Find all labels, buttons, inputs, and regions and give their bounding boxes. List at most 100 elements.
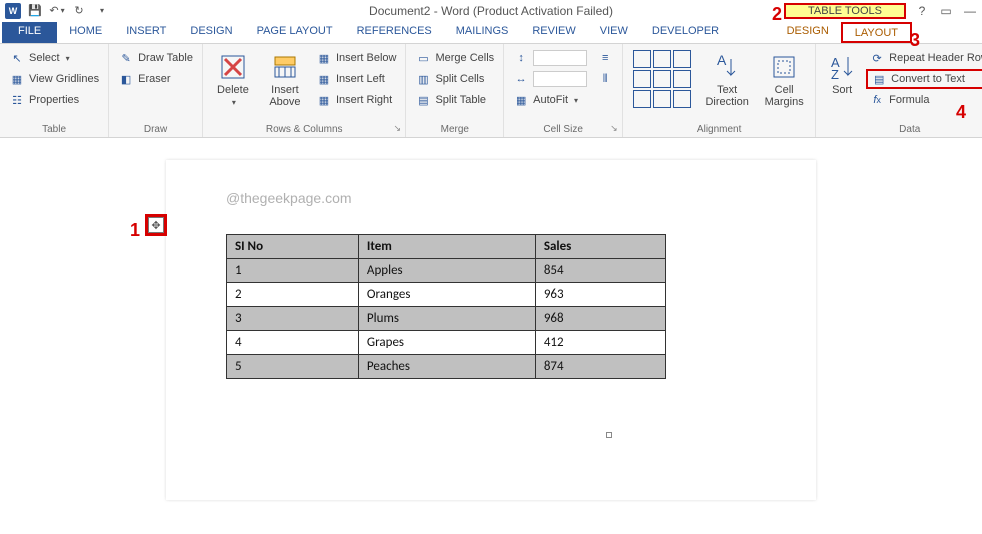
autofit-button[interactable]: ▦AutoFit▾	[510, 90, 590, 110]
tab-developer[interactable]: DEVELOPER	[640, 22, 731, 43]
table-row[interactable]: 3Plums968	[227, 307, 666, 331]
svg-text:Z: Z	[831, 67, 839, 81]
word-app-icon[interactable]: W	[4, 2, 22, 20]
properties-label: Properties	[29, 94, 79, 106]
tab-view[interactable]: VIEW	[588, 22, 640, 43]
table-header-cell[interactable]: Sales	[535, 235, 665, 259]
sort-button[interactable]: AZ Sort	[822, 48, 862, 110]
split-cells-button[interactable]: ▥Split Cells	[412, 69, 497, 89]
align-bot-center[interactable]	[653, 90, 671, 108]
undo-icon[interactable]: ↶▾	[48, 2, 66, 20]
cell-size-launcher[interactable]: ↘	[610, 123, 620, 133]
align-mid-right[interactable]	[673, 70, 691, 88]
draw-table-button[interactable]: ✎Draw Table	[115, 48, 196, 68]
redo-icon[interactable]: ↻	[70, 2, 88, 20]
insert-left-icon: ▦	[316, 71, 332, 87]
view-gridlines-button[interactable]: ▦View Gridlines	[6, 69, 102, 89]
align-mid-left[interactable]	[633, 70, 651, 88]
insert-below-button[interactable]: ▦Insert Below	[313, 48, 400, 68]
autofit-icon: ▦	[513, 92, 529, 108]
tab-table-layout[interactable]: LAYOUT	[841, 22, 912, 43]
table-header-cell[interactable]: Item	[358, 235, 535, 259]
group-merge: ▭Merge Cells ▥Split Cells ▤Split Table M…	[406, 44, 504, 137]
select-button[interactable]: ↖Select▾	[6, 48, 102, 68]
distribute-cols-icon: ⦀	[597, 71, 613, 87]
tab-home[interactable]: HOME	[57, 22, 114, 43]
table-cell[interactable]: 854	[535, 259, 665, 283]
tab-page-layout[interactable]: PAGE LAYOUT	[245, 22, 345, 43]
merge-cells-label: Merge Cells	[435, 52, 494, 64]
table-row[interactable]: 2Oranges963	[227, 283, 666, 307]
table-row[interactable]: 4Grapes412	[227, 331, 666, 355]
align-top-left[interactable]	[633, 50, 651, 68]
table-cell[interactable]: Plums	[358, 307, 535, 331]
window-title: Document2 - Word (Product Activation Fai…	[369, 4, 613, 18]
eraser-button[interactable]: ◧Eraser	[115, 69, 196, 89]
document-table[interactable]: SI NoItemSales 1Apples8542Oranges9633Plu…	[226, 234, 666, 379]
tab-review[interactable]: REVIEW	[520, 22, 587, 43]
table-cell[interactable]: Apples	[358, 259, 535, 283]
width-input[interactable]: ↔	[510, 69, 590, 89]
table-cell[interactable]: 2	[227, 283, 359, 307]
table-cell[interactable]: Peaches	[358, 355, 535, 379]
view-gridlines-label: View Gridlines	[29, 73, 99, 85]
tab-references[interactable]: REFERENCES	[345, 22, 444, 43]
delete-icon	[218, 52, 248, 82]
table-cell[interactable]: Grapes	[358, 331, 535, 355]
help-icon[interactable]: ?	[914, 3, 930, 19]
align-top-center[interactable]	[653, 50, 671, 68]
delete-label: Delete	[217, 84, 249, 96]
delete-button[interactable]: Delete ▾	[209, 48, 257, 110]
split-cells-icon: ▥	[415, 71, 431, 87]
table-move-handle[interactable]: ✥	[148, 217, 164, 233]
annotation-3: 3	[910, 30, 920, 51]
table-header-cell[interactable]: SI No	[227, 235, 359, 259]
insert-below-icon: ▦	[316, 50, 332, 66]
align-mid-center[interactable]	[653, 70, 671, 88]
table-cell[interactable]: 1	[227, 259, 359, 283]
table-row[interactable]: 5Peaches874	[227, 355, 666, 379]
repeat-header-rows-button[interactable]: ⟳Repeat Header Rows	[866, 48, 982, 68]
insert-above-icon	[270, 52, 300, 82]
tab-insert[interactable]: INSERT	[114, 22, 178, 43]
table-resize-handle[interactable]	[606, 432, 612, 438]
cell-margins-button[interactable]: Cell Margins	[759, 48, 809, 110]
table-cell[interactable]: 968	[535, 307, 665, 331]
table-cell[interactable]: Oranges	[358, 283, 535, 307]
group-alignment: A Text Direction Cell Margins Alignment	[623, 44, 816, 137]
convert-to-text-button[interactable]: ▤Convert to Text	[866, 69, 982, 89]
table-cell[interactable]: 874	[535, 355, 665, 379]
table-cell[interactable]: 412	[535, 331, 665, 355]
table-cell[interactable]: 4	[227, 331, 359, 355]
group-merge-label: Merge	[412, 122, 497, 137]
table-cell[interactable]: 3	[227, 307, 359, 331]
tab-mailings[interactable]: MAILINGS	[444, 22, 521, 43]
rows-cols-launcher[interactable]: ↘	[393, 123, 403, 133]
merge-cells-button[interactable]: ▭Merge Cells	[412, 48, 497, 68]
table-cell[interactable]: 5	[227, 355, 359, 379]
distribute-cols-button[interactable]: ⦀	[594, 69, 616, 89]
minimize-icon[interactable]: —	[962, 3, 978, 19]
tab-table-design[interactable]: DESIGN	[775, 22, 841, 43]
align-top-right[interactable]	[673, 50, 691, 68]
formula-icon: fx	[869, 92, 885, 108]
align-bot-left[interactable]	[633, 90, 651, 108]
split-table-label: Split Table	[435, 94, 486, 106]
tab-design[interactable]: DESIGN	[178, 22, 244, 43]
insert-right-button[interactable]: ▦Insert Right	[313, 90, 400, 110]
insert-above-button[interactable]: Insert Above	[261, 48, 309, 110]
insert-left-button[interactable]: ▦Insert Left	[313, 69, 400, 89]
document-page[interactable]: @thegeekpage.com 1 ✥ SI NoItemSales 1App…	[166, 160, 816, 500]
height-input[interactable]: ↕	[510, 48, 590, 68]
save-icon[interactable]: 💾	[26, 2, 44, 20]
properties-button[interactable]: ☷Properties	[6, 90, 102, 110]
table-row[interactable]: 1Apples854	[227, 259, 666, 283]
align-bot-right[interactable]	[673, 90, 691, 108]
distribute-rows-button[interactable]: ≡	[594, 48, 616, 68]
split-table-button[interactable]: ▤Split Table	[412, 90, 497, 110]
customize-qat-icon[interactable]: ▾	[92, 2, 110, 20]
ribbon-display-options-icon[interactable]: ▭	[938, 3, 954, 19]
text-direction-button[interactable]: A Text Direction	[699, 48, 755, 110]
tab-file[interactable]: FILE	[2, 22, 57, 43]
table-cell[interactable]: 963	[535, 283, 665, 307]
